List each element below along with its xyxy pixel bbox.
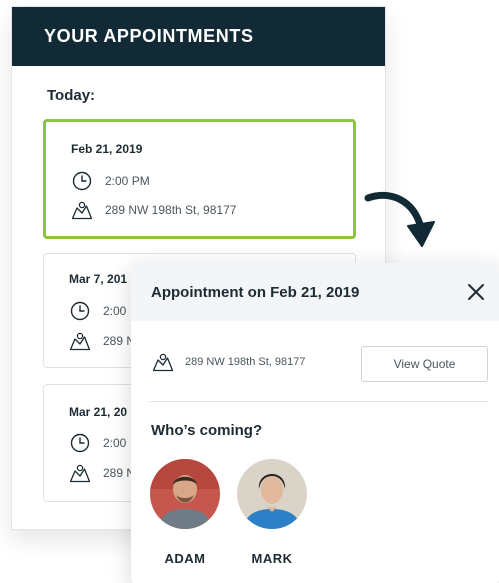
appointment-time: 2:00 PM <box>105 174 150 188</box>
attendee-name: ADAM <box>164 551 206 566</box>
today-label: Today: <box>47 87 96 104</box>
map-icon <box>71 199 93 221</box>
appointment-time-row: 2:00 PM <box>71 170 150 192</box>
panel-title: YOUR APPOINTMENTS <box>12 7 385 66</box>
map-icon <box>69 462 91 484</box>
attendee-adam[interactable]: ADAM <box>150 459 220 566</box>
appointment-card-active[interactable]: Feb 21, 2019 2:00 PM 289 NW 198th St, 98… <box>43 119 356 239</box>
appointment-time-row: 2:00 <box>69 432 126 454</box>
appointment-date: Mar 21, 20 <box>69 405 128 419</box>
curved-arrow-icon <box>364 191 435 247</box>
map-icon <box>151 351 175 373</box>
appointment-address-row: 289 N <box>69 462 135 484</box>
appointment-address-row: 289 NW 198th St, 98177 <box>71 199 236 221</box>
popup-address: 289 NW 198th St, 98177 <box>185 356 306 368</box>
popup-title: Appointment on Feb 21, 2019 <box>151 283 360 301</box>
close-icon[interactable] <box>465 281 487 303</box>
appointment-time: 2:00 <box>103 436 127 450</box>
popup-header: Appointment on Feb 21, 2019 <box>131 263 499 321</box>
appointment-address: 289 NW 198th St, 98177 <box>105 203 237 217</box>
appointment-date: Feb 21, 2019 <box>71 142 143 156</box>
appointment-detail-popup: Appointment on Feb 21, 2019 289 NW 198th… <box>131 263 499 583</box>
appointment-time-row: 2:00 <box>69 300 126 322</box>
popup-address-row: 289 NW 198th St, 98177 <box>151 351 305 373</box>
attendee-name: MARK <box>251 551 293 566</box>
attendees-heading: Who’s coming? <box>151 422 263 439</box>
divider <box>149 401 489 402</box>
appointment-date: Mar 7, 201 <box>69 272 128 286</box>
attendee-mark[interactable]: MARK <box>237 459 307 566</box>
appointment-time: 2:00 <box>103 304 127 318</box>
avatar <box>150 459 220 529</box>
clock-icon <box>71 170 93 192</box>
clock-icon <box>69 300 91 322</box>
clock-icon <box>69 432 91 454</box>
avatar <box>237 459 307 529</box>
appointment-address-row: 289 N <box>69 330 135 352</box>
view-quote-button[interactable]: View Quote <box>361 346 488 382</box>
map-icon <box>69 330 91 352</box>
